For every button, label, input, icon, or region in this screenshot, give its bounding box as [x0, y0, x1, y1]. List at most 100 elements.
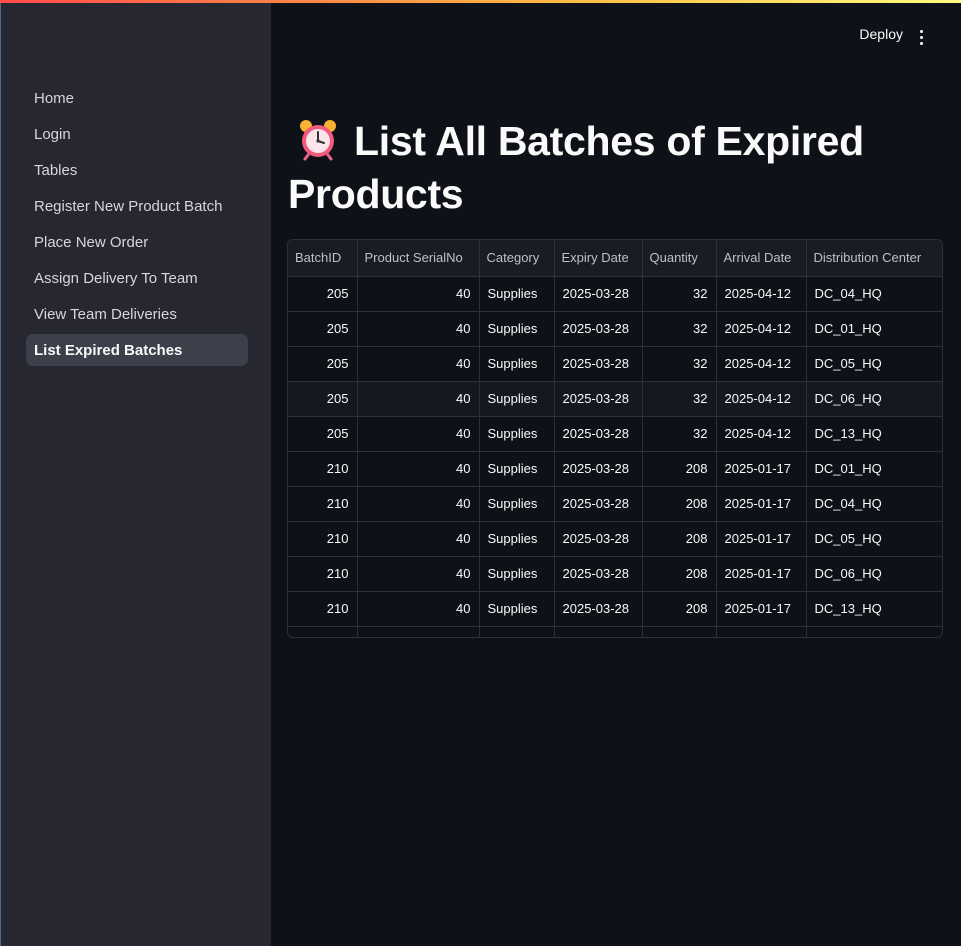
- table-cell[interactable]: 40: [357, 276, 480, 312]
- table-cell[interactable]: DC_04_HQ: [806, 276, 942, 312]
- table-row[interactable]: 205 40 Supplies 2025-03-28 32 2025-04-12 DC_04…: [288, 276, 942, 312]
- table-cell[interactable]: 205: [288, 311, 358, 347]
- table-cell[interactable]: Supplies: [479, 451, 555, 487]
- table-cell[interactable]: 40: [357, 451, 480, 487]
- table-cell[interactable]: 32: [642, 416, 717, 452]
- table-cell[interactable]: 210: [288, 486, 358, 522]
- table-row[interactable]: 210 40 Supplies 2025-03-28 208 2025-01-17 DC_0…: [288, 486, 942, 522]
- table-cell[interactable]: Supplies: [479, 346, 555, 382]
- table-cell[interactable]: 2025-03-28: [554, 311, 643, 347]
- table-cell[interactable]: 2025-01-17: [716, 521, 807, 557]
- table-cell[interactable]: 2025-03-28: [554, 276, 643, 312]
- table-cell[interactable]: 2025-01-17: [716, 556, 807, 592]
- table-cell[interactable]: 40: [357, 311, 480, 347]
- table-cell[interactable]: 2025-04-12: [716, 416, 807, 452]
- table-cell[interactable]: 40: [357, 486, 480, 522]
- table-cell[interactable]: 208: [642, 451, 717, 487]
- table-cell[interactable]: 2025-03-28: [554, 486, 643, 522]
- table-cell[interactable]: 2025-04-12: [716, 311, 807, 347]
- column-header[interactable]: Arrival Date: [716, 240, 807, 277]
- table-cell[interactable]: 32: [642, 276, 717, 312]
- table-cell[interactable]: DC_06_HQ: [806, 556, 942, 592]
- table-cell[interactable]: 2025-01-17: [716, 486, 807, 522]
- kebab-menu-icon[interactable]: [911, 26, 931, 48]
- table-cell[interactable]: 210: [288, 556, 358, 592]
- table-cell[interactable]: Supplies: [479, 521, 555, 557]
- table-row[interactable]: 205 40 Supplies 2025-03-28 32 2025-04-12 DC_05…: [288, 346, 942, 382]
- table-cell[interactable]: 32: [642, 311, 717, 347]
- table-cell[interactable]: 2025-04-12: [716, 381, 807, 417]
- column-header[interactable]: Product SerialNo: [357, 240, 480, 277]
- column-header[interactable]: Distribution Center: [806, 240, 942, 277]
- table-cell[interactable]: 2025-03-28: [554, 416, 643, 452]
- column-header[interactable]: Expiry Date: [554, 240, 643, 277]
- table-row[interactable]: 205 40 Supplies 2025-03-28 32 2025-04-12 DC_06…: [288, 381, 942, 417]
- table-cell[interactable]: 208: [642, 591, 717, 627]
- table-cell[interactable]: DC_01_HQ: [806, 451, 942, 487]
- sidebar-item-login[interactable]: Login: [26, 118, 248, 150]
- sidebar-item-view-team-deliveries[interactable]: View Team Deliveries: [26, 298, 248, 330]
- table-cell[interactable]: DC_13_HQ: [806, 416, 942, 452]
- table-cell[interactable]: 208: [642, 521, 717, 557]
- table-cell[interactable]: 210: [288, 591, 358, 627]
- table-cell[interactable]: DC_06_HQ: [806, 381, 942, 417]
- table-cell[interactable]: DC_04_HQ: [806, 486, 942, 522]
- sidebar-item-assign-delivery-to-team[interactable]: Assign Delivery To Team: [26, 262, 248, 294]
- expired-batches-table[interactable]: BatchID Product SerialNo Category Expiry…: [287, 239, 943, 638]
- page-heading: List All Batches of Expired Products: [288, 115, 948, 221]
- table-cell[interactable]: 208: [642, 556, 717, 592]
- table-cell[interactable]: 2025-03-28: [554, 381, 643, 417]
- table-cell[interactable]: 32: [642, 346, 717, 382]
- table-cell[interactable]: Supplies: [479, 416, 555, 452]
- deploy-button[interactable]: Deploy: [859, 26, 903, 42]
- table-cell[interactable]: 40: [357, 556, 480, 592]
- sidebar-item-home[interactable]: Home: [26, 82, 248, 114]
- table-cell[interactable]: 210: [288, 451, 358, 487]
- table-cell[interactable]: Supplies: [479, 381, 555, 417]
- sidebar-item-place-new-order[interactable]: Place New Order: [26, 226, 248, 258]
- table-row[interactable]: 210 40 Supplies 2025-03-28 208 2025-01-17 DC_0…: [288, 521, 942, 557]
- table-cell[interactable]: DC_13_HQ: [806, 591, 942, 627]
- table-cell[interactable]: 40: [357, 346, 480, 382]
- table-cell[interactable]: DC_01_HQ: [806, 311, 942, 347]
- table-cell[interactable]: Supplies: [479, 591, 555, 627]
- sidebar-item-list-expired-batches[interactable]: List Expired Batches: [26, 334, 248, 366]
- table-cell[interactable]: 32: [642, 381, 717, 417]
- column-header[interactable]: BatchID: [288, 240, 358, 277]
- table-cell[interactable]: 2025-04-12: [716, 276, 807, 312]
- table-cell[interactable]: 40: [357, 416, 480, 452]
- table-cell-empty: [357, 626, 480, 637]
- column-header[interactable]: Quantity: [642, 240, 717, 277]
- table-cell[interactable]: 2025-03-28: [554, 556, 643, 592]
- table-row[interactable]: 210 40 Supplies 2025-03-28 208 2025-01-17 DC_1…: [288, 591, 942, 627]
- table-cell[interactable]: 2025-03-28: [554, 451, 643, 487]
- table-cell[interactable]: 2025-01-17: [716, 451, 807, 487]
- table-cell[interactable]: Supplies: [479, 311, 555, 347]
- table-cell[interactable]: 205: [288, 346, 358, 382]
- column-header[interactable]: Category: [479, 240, 555, 277]
- table-row[interactable]: 205 40 Supplies 2025-03-28 32 2025-04-12 DC_01…: [288, 311, 942, 347]
- table-cell[interactable]: 210: [288, 521, 358, 557]
- table-cell[interactable]: 2025-01-17: [716, 591, 807, 627]
- table-cell[interactable]: 40: [357, 521, 480, 557]
- sidebar-item-register-new-product-batch[interactable]: Register New Product Batch: [26, 190, 248, 222]
- table-cell[interactable]: 205: [288, 381, 358, 417]
- table-cell[interactable]: 40: [357, 381, 480, 417]
- sidebar-item-tables[interactable]: Tables: [26, 154, 248, 186]
- table-cell[interactable]: 40: [357, 591, 480, 627]
- table-row[interactable]: 210 40 Supplies 2025-03-28 208 2025-01-17 DC_0…: [288, 451, 942, 487]
- table-row[interactable]: 205 40 Supplies 2025-03-28 32 2025-04-12 DC_13…: [288, 416, 942, 452]
- table-cell[interactable]: DC_05_HQ: [806, 346, 942, 382]
- table-cell[interactable]: 205: [288, 416, 358, 452]
- table-cell[interactable]: Supplies: [479, 276, 555, 312]
- table-cell[interactable]: 2025-03-28: [554, 591, 643, 627]
- table-cell[interactable]: 205: [288, 276, 358, 312]
- table-cell[interactable]: Supplies: [479, 486, 555, 522]
- table-cell[interactable]: Supplies: [479, 556, 555, 592]
- table-cell[interactable]: 2025-04-12: [716, 346, 807, 382]
- table-cell[interactable]: DC_05_HQ: [806, 521, 942, 557]
- table-cell[interactable]: 208: [642, 486, 717, 522]
- table-row[interactable]: 210 40 Supplies 2025-03-28 208 2025-01-17 DC_0…: [288, 556, 942, 592]
- table-cell[interactable]: 2025-03-28: [554, 346, 643, 382]
- table-cell[interactable]: 2025-03-28: [554, 521, 643, 557]
